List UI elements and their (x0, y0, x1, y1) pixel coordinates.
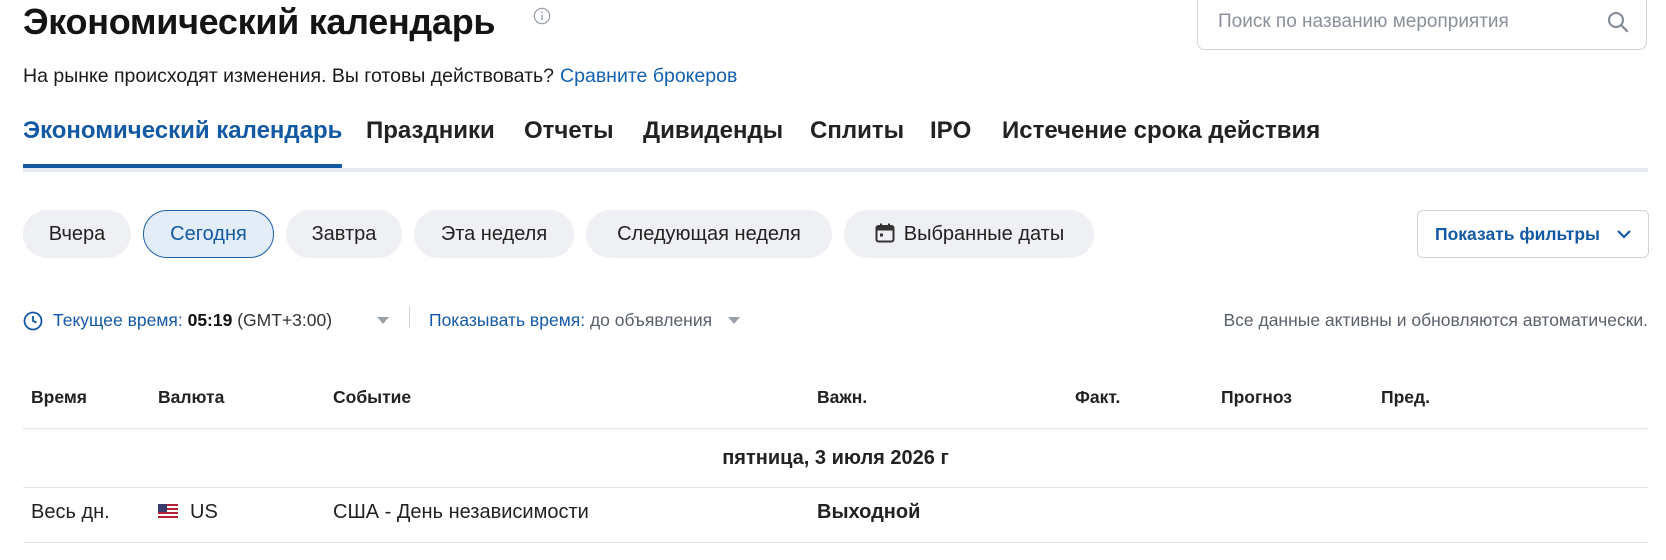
filter-custom-dates-button[interactable]: Выбранные даты (844, 210, 1094, 258)
row-importance: Выходной (817, 501, 921, 523)
table-row[interactable]: Весь дн. US США - День независимости Вых… (23, 488, 1648, 543)
search-input[interactable] (1216, 4, 1590, 40)
show-time-label: Показывать время: (429, 310, 586, 330)
tab-earnings[interactable]: Отчеты (524, 110, 614, 152)
show-time-value: до объявления (589, 310, 713, 330)
date-group-header: пятница, 3 июля 2026 г (23, 429, 1648, 488)
calendar-icon (875, 223, 895, 243)
events-table: Время Валюта Событие Важн. Факт. Прогноз… (23, 372, 1648, 543)
search-box[interactable] (1197, 0, 1647, 50)
tab-ipo[interactable]: IPO (930, 110, 971, 152)
column-header-forecast[interactable]: Прогноз (1221, 387, 1292, 408)
column-header-actual[interactable]: Факт. (1075, 387, 1120, 408)
row-currency-code: US (190, 501, 218, 523)
tab-economic-calendar[interactable]: Экономический календарь (23, 110, 343, 168)
tab-holidays[interactable]: Праздники (366, 110, 495, 152)
row-time: Весь дн. (31, 501, 110, 523)
timezone-value: (GMT+3:00) (237, 310, 333, 330)
promo-banner: На рынке происходят изменения. Вы готовы… (23, 62, 737, 90)
page-title: Экономический календарь (23, 1, 496, 42)
tab-expiration[interactable]: Истечение срока действия (1002, 110, 1320, 152)
row-event[interactable]: США - День независимости (333, 501, 589, 524)
chevron-down-icon (1617, 230, 1631, 239)
current-time-selector[interactable]: Текущее время: 05:19 (GMT+3:00) (53, 306, 332, 334)
filter-this-week-button[interactable]: Эта неделя (414, 210, 574, 258)
filter-yesterday-button[interactable]: Вчера (23, 210, 131, 258)
tab-dividends[interactable]: Дивиденды (643, 110, 783, 152)
calendar-tabs: Экономический календарь Праздники Отчеты… (23, 110, 1648, 172)
clock-icon (23, 311, 43, 331)
compare-brokers-link[interactable]: Сравните брокеров (560, 65, 737, 87)
promo-text: На рынке происходят изменения. Вы готовы… (23, 65, 555, 87)
filter-tomorrow-button[interactable]: Завтра (286, 210, 402, 258)
divider (409, 306, 410, 328)
column-header-event[interactable]: Событие (333, 387, 411, 408)
filter-today-button[interactable]: Сегодня (143, 210, 274, 258)
table-header: Время Валюта Событие Важн. Факт. Прогноз… (23, 372, 1648, 429)
timezone-dropdown-icon[interactable] (377, 317, 389, 324)
time-settings-bar: Текущее время: 05:19 (GMT+3:00) Показыва… (23, 306, 1648, 336)
current-time-label: Текущее время: (53, 310, 183, 330)
row-currency: US (158, 501, 218, 524)
show-time-selector[interactable]: Показывать время: до объявления (429, 306, 712, 334)
column-header-currency[interactable]: Валюта (158, 387, 224, 408)
filter-next-week-button[interactable]: Следующая неделя (586, 210, 832, 258)
column-header-time[interactable]: Время (31, 387, 87, 408)
show-filters-label: Показать фильтры (1435, 224, 1600, 244)
auto-update-note: Все данные активны и обновляются автомат… (1223, 310, 1648, 330)
search-icon[interactable] (1606, 10, 1630, 34)
column-header-previous[interactable]: Пред. (1381, 387, 1430, 408)
column-header-importance[interactable]: Важн. (817, 387, 867, 408)
tab-splits[interactable]: Сплиты (810, 110, 904, 152)
us-flag-icon (158, 504, 178, 519)
show-time-dropdown-icon[interactable] (728, 317, 740, 324)
custom-dates-label: Выбранные даты (903, 223, 1065, 245)
info-icon[interactable] (533, 7, 551, 25)
show-filters-button[interactable]: Показать фильтры (1417, 210, 1649, 258)
current-time-value: 05:19 (187, 310, 233, 330)
